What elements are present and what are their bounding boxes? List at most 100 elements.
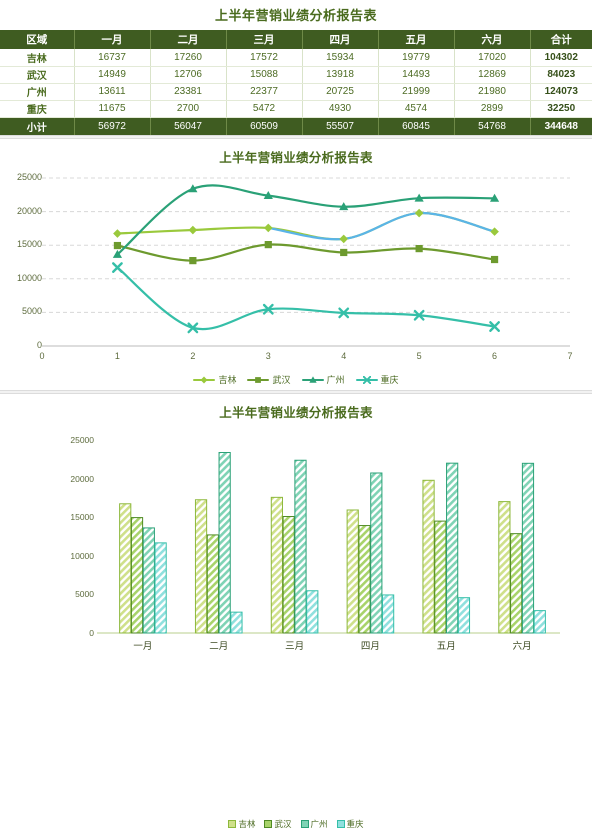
table-cell-value: 21999 [378, 83, 455, 101]
table-col-header-5: 五月 [378, 30, 455, 49]
bar-y-tick: 15000 [70, 512, 94, 523]
bar-chart-plot [97, 451, 560, 634]
line-legend-item-吉林[interactable]: 吉林 [193, 373, 236, 386]
bar-武汉-二月[interactable] [206, 534, 219, 634]
legend-label: 广州 [326, 375, 345, 385]
line-marker [490, 227, 499, 236]
bar-武汉-三月[interactable] [282, 516, 295, 634]
table-cell-value: 12869 [454, 66, 531, 84]
bar-重庆-一月[interactable] [154, 542, 167, 634]
line-legend-item-广州[interactable]: 广州 [301, 373, 345, 386]
legend-label: 重庆 [380, 375, 399, 385]
legend-label: 吉林 [238, 819, 256, 829]
line-series-highlight [267, 211, 496, 241]
bar-x-tick: 六月 [512, 641, 532, 652]
table-cell-value: 13611 [74, 83, 151, 101]
legend-label: 吉林 [218, 375, 237, 385]
line-legend-item-重庆[interactable]: 重庆 [355, 373, 399, 386]
table-row: 广州 13611 23381 22377 20725 21999 21980 124073 [0, 83, 592, 101]
legend-label: 武汉 [272, 375, 291, 385]
table-cell-value: 11675 [74, 100, 151, 118]
table-col-header-7: 合计 [530, 30, 592, 49]
table-cell-total: 32250 [530, 100, 592, 118]
bar-legend-item-广州[interactable]: 广州 [300, 818, 328, 830]
legend-label: 武汉 [274, 819, 292, 829]
table-row: 武汉 14949 12706 15088 13918 14493 12869 84023 [0, 66, 592, 84]
bar-y-tick: 25000 [70, 435, 94, 445]
line-y-tick: 10000 [16, 272, 42, 283]
bar-重庆-四月[interactable] [382, 594, 395, 634]
line-x-tick: 1 [114, 351, 120, 361]
bar-重庆-二月[interactable] [230, 611, 243, 634]
bar-吉林-六月[interactable] [498, 501, 511, 634]
line-chart-legend: 吉林 武汉 广州 重庆 [0, 373, 592, 386]
line-x-tick: 6 [492, 351, 498, 361]
legend-label: 重庆 [346, 819, 364, 829]
line-marker [263, 223, 273, 233]
line-marker [414, 208, 424, 218]
table-cell-region: 吉林 [0, 49, 75, 67]
table-cell-value: 14493 [378, 66, 455, 84]
line-x-tick: 2 [190, 351, 196, 361]
table-subtotal-value: 54768 [454, 117, 531, 135]
table-header-row: 区域 一月 二月 三月 四月 五月 六月 合计 [0, 30, 592, 49]
table-col-header-0: 区域 [0, 30, 75, 49]
bar-y-tick: 20000 [70, 473, 94, 484]
line-marker [201, 376, 208, 383]
table-col-header-1: 一月 [74, 30, 151, 49]
table-cell-total: 104302 [530, 49, 592, 67]
bar-武汉-一月[interactable] [130, 517, 144, 634]
bar-吉林-一月[interactable] [119, 503, 132, 634]
bar-重庆-三月[interactable] [306, 590, 319, 634]
line-marker [339, 234, 349, 244]
line-y-tick: 0 [36, 340, 42, 350]
bar-广州-二月[interactable] [218, 451, 231, 634]
table-row: 重庆 11675 2700 5472 4930 4574 2899 32250 [0, 100, 592, 118]
line-legend-item-武汉[interactable]: 武汉 [247, 373, 291, 386]
line-marker [340, 248, 348, 257]
legend-label: 广州 [310, 819, 328, 829]
report-table: 区域 一月 二月 三月 四月 五月 六月 合计 吉林 16737 17260 17572 15934 1… [0, 30, 592, 135]
table-subtotal-total: 344648 [530, 117, 592, 135]
table-cell-value: 12706 [150, 66, 227, 84]
table-cell-value: 17260 [150, 49, 227, 67]
bar-武汉-六月[interactable] [510, 533, 523, 634]
bar-广州-四月[interactable] [370, 472, 383, 634]
table-title: 上半年营销业绩分析报告表 [214, 8, 377, 23]
bar-chart-legend: 吉林 武汉 广州 重庆 [0, 818, 592, 830]
bar-吉林-二月[interactable] [194, 499, 208, 634]
bar-广州-六月[interactable] [521, 462, 535, 634]
bar-重庆-六月[interactable] [533, 610, 546, 634]
bar-重庆-五月[interactable] [457, 597, 471, 634]
bar-y-tick: 0 [89, 628, 94, 638]
bar-武汉-五月[interactable] [434, 520, 447, 634]
line-marker [188, 225, 198, 235]
bar-广州-三月[interactable] [294, 459, 307, 634]
line-series-重庆 [116, 266, 496, 331]
table-cell-value: 4930 [302, 100, 379, 118]
bar-legend-item-吉林[interactable]: 吉林 [228, 818, 255, 830]
line-x-tick: 7 [567, 351, 573, 361]
line-marker [113, 241, 122, 250]
table-cell-value: 2700 [150, 100, 227, 118]
bar-吉林-五月[interactable] [422, 479, 435, 634]
bar-legend-item-武汉[interactable]: 武汉 [264, 818, 292, 830]
bar-y-tick: 10000 [70, 550, 94, 561]
bar-吉林-三月[interactable] [270, 496, 283, 634]
bar-广州-五月[interactable] [446, 462, 459, 634]
bar-吉林-四月[interactable] [346, 509, 359, 634]
table-subtotal-value: 56047 [150, 117, 227, 135]
bar-legend-item-重庆[interactable]: 重庆 [336, 818, 364, 830]
line-marker [490, 255, 499, 264]
line-marker [362, 375, 371, 384]
bar-广州-一月[interactable] [142, 527, 155, 634]
bar-武汉-四月[interactable] [358, 525, 371, 634]
table-subtotal-label: 小计 [0, 117, 75, 135]
table-row: 吉林 16737 17260 17572 15934 19779 17020 104302 [0, 49, 592, 67]
table-cell-value: 20725 [302, 83, 379, 101]
line-marker [264, 241, 272, 249]
table-cell-region: 广州 [0, 83, 75, 101]
table-cell-region: 武汉 [0, 66, 75, 84]
table-cell-value: 16737 [74, 49, 151, 67]
bar-chart-panel: 上半年营销业绩分析报告表 吉林 武汉 广州 重庆 0 5000 10000 15000 200… [0, 394, 592, 829]
